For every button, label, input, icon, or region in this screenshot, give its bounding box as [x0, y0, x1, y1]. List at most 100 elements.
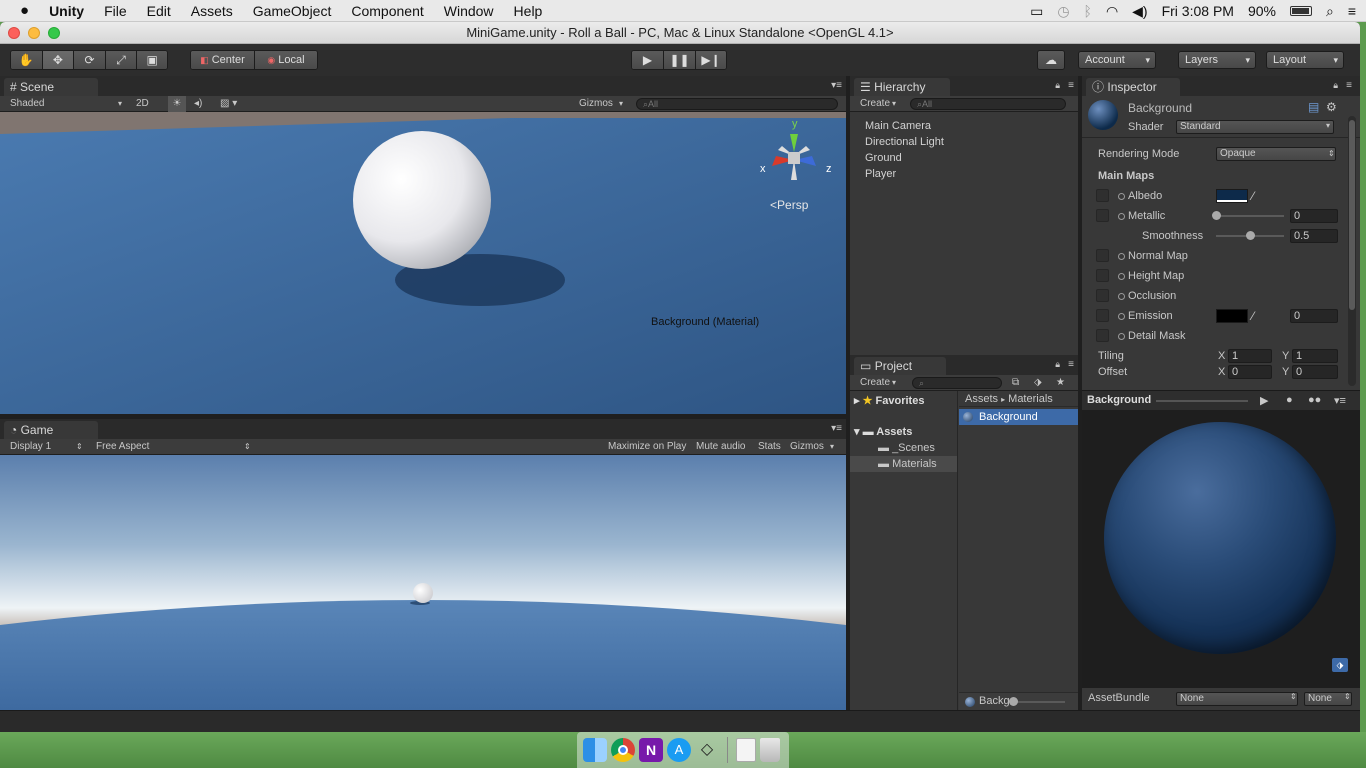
menu-file[interactable]: File: [104, 3, 127, 19]
normal-map-texture-slot[interactable]: [1096, 249, 1109, 262]
tab-game[interactable]: ◔ Game: [4, 421, 98, 439]
pivot-center-button[interactable]: ◧ Center: [191, 51, 255, 69]
metallic-knob[interactable]: [1212, 211, 1221, 220]
rotate-tool-icon[interactable]: ⟳: [74, 51, 106, 69]
albedo-picker-icon[interactable]: [1118, 192, 1125, 200]
emission-picker-icon[interactable]: [1118, 312, 1125, 320]
bluetooth-icon[interactable]: ᛒ: [1084, 3, 1092, 19]
hierarchy-create-dropdown[interactable]: Create: [860, 96, 890, 112]
panel-menu-icon[interactable]: ▾≡: [831, 80, 842, 91]
inspector-scroll-thumb[interactable]: [1349, 120, 1355, 310]
preview-divider[interactable]: [1156, 400, 1248, 402]
occlusion-texture-slot[interactable]: [1096, 289, 1109, 302]
smoothness-knob[interactable]: [1246, 231, 1255, 240]
maximize-on-play-toggle[interactable]: Maximize on Play: [608, 439, 686, 455]
player-sphere[interactable]: [353, 131, 491, 269]
preview-play-icon[interactable]: ▶: [1260, 394, 1268, 407]
volume-icon[interactable]: ◀): [1132, 3, 1147, 20]
breadcrumb-materials[interactable]: Materials: [1008, 393, 1053, 405]
occlusion-picker-icon[interactable]: [1118, 292, 1125, 300]
tiling-x-field[interactable]: 1: [1228, 349, 1272, 363]
assets-node[interactable]: ▾ ▬ Assets: [850, 424, 957, 440]
scene-viewport[interactable]: y x z <Persp Background (Material): [0, 112, 846, 414]
menu-help[interactable]: Help: [514, 3, 543, 19]
trash-icon[interactable]: [760, 738, 780, 762]
folder-item[interactable]: ▬ Materials: [850, 456, 957, 472]
clock[interactable]: Fri 3:08 PM: [1162, 3, 1234, 19]
menu-edit[interactable]: Edit: [147, 3, 171, 19]
project-lock-icon[interactable]: 🔒︎: [1055, 359, 1060, 370]
inspector-lock-icon[interactable]: 🔒︎: [1333, 80, 1338, 91]
folder-item[interactable]: ▬ _Scenes: [850, 440, 957, 456]
play-button[interactable]: ▶: [632, 51, 664, 69]
inspector-menu-icon[interactable]: ≡: [1346, 80, 1352, 91]
assetbundle-dropdown[interactable]: None: [1176, 692, 1298, 706]
game-panel-menu-icon[interactable]: ▾≡: [831, 423, 842, 434]
step-button[interactable]: ▶❙: [696, 51, 726, 69]
material-preview[interactable]: ⬗: [1082, 410, 1360, 688]
hierarchy-item[interactable]: Directional Light: [865, 134, 1078, 150]
move-tool-icon[interactable]: ✥: [42, 51, 75, 69]
filter-by-label-icon[interactable]: ⬗: [1034, 375, 1042, 391]
metallic-value-field[interactable]: 0: [1290, 209, 1338, 223]
preview-sphere-icon[interactable]: ●: [1286, 394, 1293, 406]
favorites-star-icon[interactable]: ★: [1056, 375, 1065, 391]
project-search-input[interactable]: ⌕: [912, 377, 1002, 389]
inspector-scrollbar[interactable]: [1348, 116, 1356, 386]
notification-center-icon[interactable]: ≡: [1348, 3, 1356, 19]
close-window-button[interactable]: [8, 27, 20, 39]
aspect-dropdown[interactable]: Free Aspect: [96, 439, 149, 455]
shader-dropdown[interactable]: Standard: [1176, 120, 1334, 134]
toggle-2d-button[interactable]: 2D: [136, 96, 149, 112]
icon-size-slider[interactable]: [1009, 697, 1065, 706]
projection-toggle[interactable]: <Persp: [770, 198, 808, 212]
menu-window[interactable]: Window: [444, 3, 494, 19]
minimize-window-button[interactable]: [28, 27, 40, 39]
tab-project[interactable]: ▭ Project: [854, 357, 946, 375]
filter-by-type-icon[interactable]: ⧉: [1012, 375, 1019, 391]
cloud-icon[interactable]: ☁: [1038, 51, 1064, 69]
mute-audio-toggle[interactable]: Mute audio: [696, 439, 745, 455]
unity-icon[interactable]: ◇: [695, 738, 719, 762]
preview-lights-icon[interactable]: ●●: [1308, 394, 1321, 406]
battery-icon[interactable]: [1289, 6, 1312, 16]
scene-orientation-gizmo[interactable]: y x z: [758, 118, 832, 190]
scale-tool-icon[interactable]: ⤢: [105, 51, 138, 69]
display-dropdown[interactable]: Display 1: [10, 439, 51, 455]
pivot-local-button[interactable]: ◉ Local: [255, 51, 317, 69]
tab-scene[interactable]: # Scene: [4, 78, 98, 96]
lighting-toggle-icon[interactable]: ☀: [168, 96, 186, 112]
breadcrumb-assets[interactable]: Assets: [965, 393, 998, 405]
rect-tool-icon[interactable]: ▣: [137, 51, 167, 69]
layers-dropdown[interactable]: Layers: [1178, 51, 1256, 69]
project-menu-icon[interactable]: ≡: [1068, 359, 1074, 370]
finder-icon[interactable]: [583, 738, 607, 762]
smoothness-value-field[interactable]: 0.5: [1290, 229, 1338, 243]
app-menu[interactable]: Unity: [49, 3, 84, 19]
hand-tool-icon[interactable]: ✋: [11, 51, 43, 69]
favorites-node[interactable]: ▸ ★ Favorites: [850, 393, 957, 409]
scene-gizmos-dropdown[interactable]: Gizmos: [579, 96, 613, 112]
wifi-icon[interactable]: ◠: [1106, 3, 1118, 20]
open-reference-icon[interactable]: ▤: [1308, 100, 1319, 114]
stats-toggle[interactable]: Stats: [758, 439, 781, 455]
smoothness-slider[interactable]: [1216, 231, 1284, 240]
emission-color-swatch[interactable]: [1216, 309, 1248, 323]
emission-value-field[interactable]: 0: [1290, 309, 1338, 323]
shading-mode-dropdown[interactable]: Shaded: [10, 96, 44, 112]
rendering-mode-dropdown[interactable]: Opaque: [1216, 147, 1336, 161]
tab-inspector[interactable]: ⓘ Inspector: [1086, 78, 1180, 96]
metallic-texture-slot[interactable]: [1096, 209, 1109, 222]
detail-mask-picker-icon[interactable]: [1118, 332, 1125, 340]
onenote-icon[interactable]: N: [639, 738, 663, 762]
albedo-color-swatch[interactable]: [1216, 189, 1248, 203]
tiling-y-field[interactable]: 1: [1292, 349, 1338, 363]
hierarchy-item[interactable]: Player: [865, 166, 1078, 182]
menu-component[interactable]: Component: [351, 3, 423, 19]
spotlight-search-icon[interactable]: ⌕: [1326, 3, 1334, 20]
pause-button[interactable]: ❚❚: [664, 51, 696, 69]
hierarchy-lock-icon[interactable]: 🔒︎: [1055, 80, 1060, 91]
emission-texture-slot[interactable]: [1096, 309, 1109, 322]
scene-search-input[interactable]: ⌕All: [636, 98, 838, 110]
account-dropdown[interactable]: Account: [1078, 51, 1156, 69]
